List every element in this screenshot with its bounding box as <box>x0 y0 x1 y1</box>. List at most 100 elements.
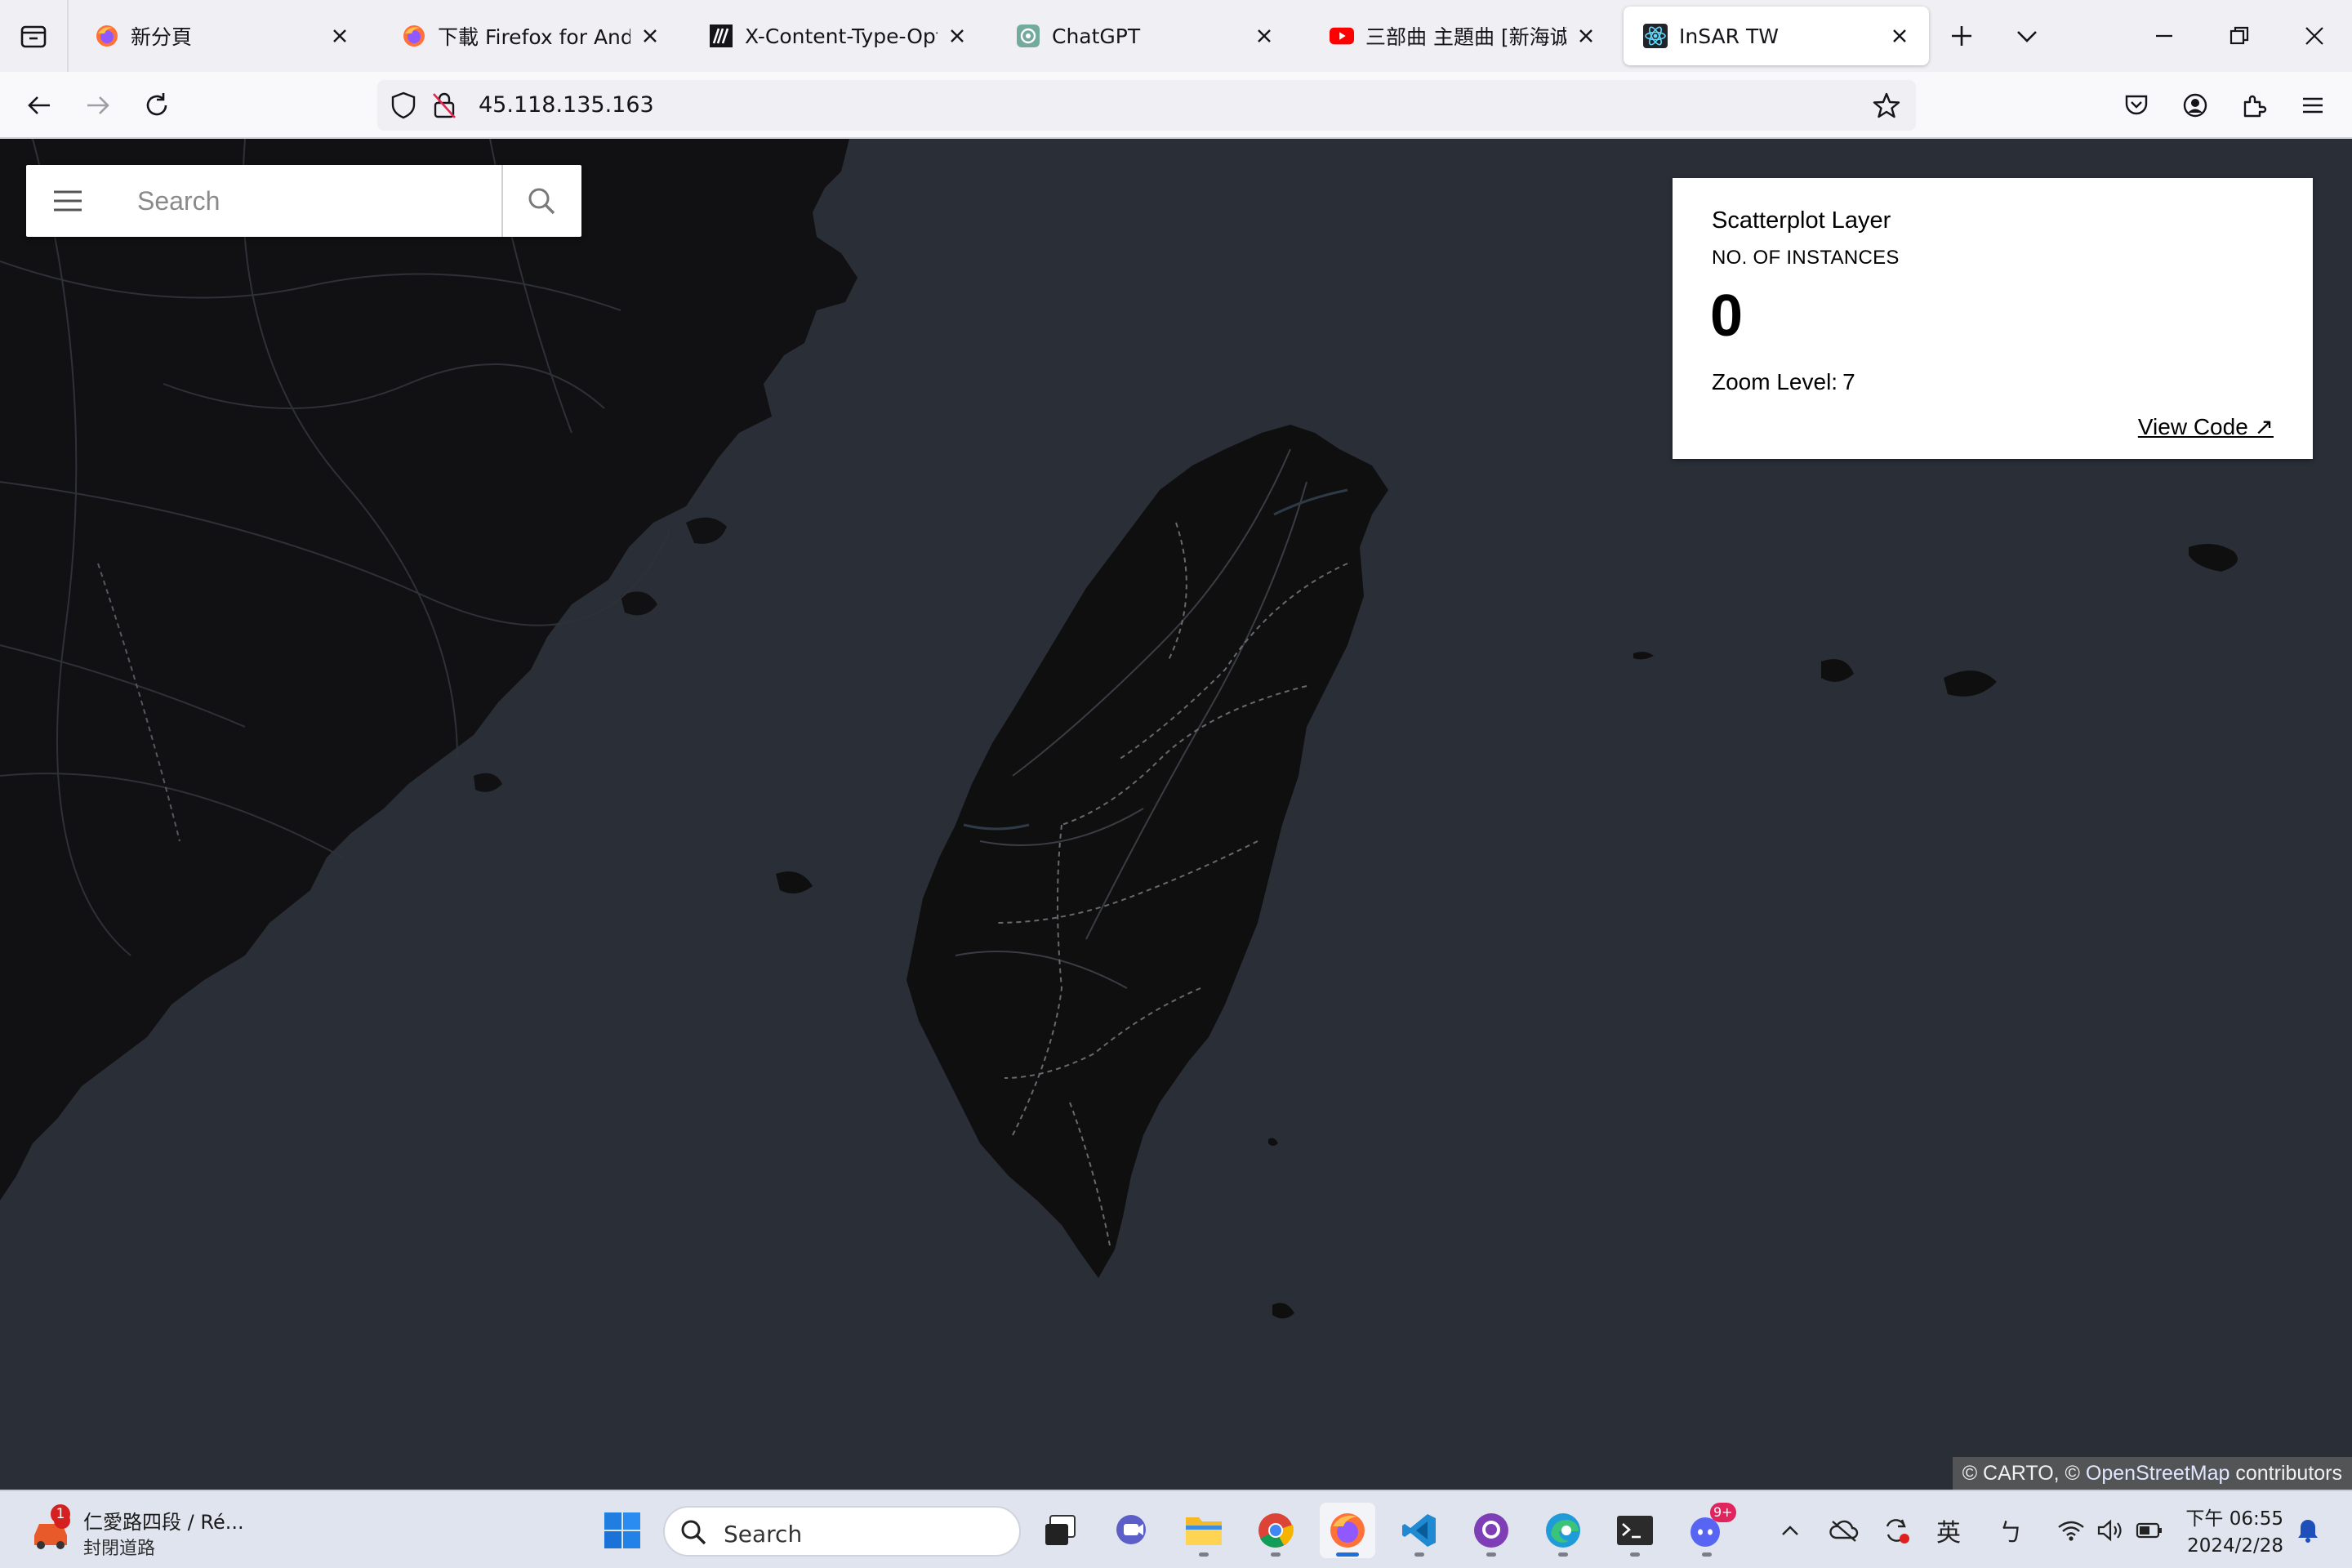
bookmark-star-icon[interactable] <box>1872 91 1901 120</box>
tab-overview-button[interactable] <box>0 0 69 72</box>
tracking-protection-shield-icon[interactable] <box>389 91 418 120</box>
edge-button[interactable] <box>1535 1503 1591 1558</box>
insecure-lock-icon[interactable] <box>430 91 459 120</box>
minimize-icon <box>2156 34 2172 38</box>
firefox-taskbar-button[interactable] <box>1320 1503 1375 1558</box>
mdn-icon <box>709 24 733 48</box>
search-button[interactable] <box>516 178 567 224</box>
new-tab-button[interactable] <box>1937 11 1986 60</box>
tab-title: 下載 Firefox for Android <box>438 25 630 49</box>
close-window-button[interactable] <box>2290 11 2339 60</box>
hamburger-menu-icon <box>54 190 82 212</box>
windows-taskbar: 1 仁愛路四段 / Ré... 封閉道路 Search 9+ 英 ㄅ 下午 06… <box>0 1490 2352 1568</box>
show-hidden-icons-button[interactable] <box>1774 1509 1806 1552</box>
github-desktop-button[interactable] <box>1463 1503 1519 1558</box>
chrome-button[interactable] <box>1248 1503 1303 1558</box>
address-bar[interactable]: 45.118.135.163 <box>377 80 1916 131</box>
search-divider <box>501 165 503 237</box>
tab-insar-tw[interactable]: InSAR TW <box>1624 7 1929 65</box>
plus-icon <box>1952 26 1971 46</box>
list-all-tabs-button[interactable] <box>2002 11 2051 60</box>
system-clock[interactable]: 下午 06:55 2024/2/28 <box>2185 1503 2283 1557</box>
task-view-button[interactable] <box>1032 1503 1088 1558</box>
hamburger-menu-icon <box>2303 97 2323 114</box>
osm-attribution-link[interactable]: OpenStreetMap <box>2086 1462 2230 1485</box>
running-indicator <box>1199 1552 1209 1557</box>
iriomote-island <box>1944 670 1997 697</box>
ime-mode-indicator[interactable]: ㄅ <box>1993 1509 2029 1552</box>
ishigaki-island <box>1821 659 1854 682</box>
close-tab-icon[interactable] <box>1886 23 1913 49</box>
clock-date: 2024/2/28 <box>2187 1535 2283 1557</box>
tab-title: 新分頁 <box>131 25 193 49</box>
running-indicator <box>1702 1552 1712 1557</box>
close-icon <box>2305 27 2323 45</box>
map-canvas[interactable]: Scatterplot Layer NO. OF INSTANCES 0 Zoo… <box>0 139 2352 1490</box>
sync-status[interactable] <box>1878 1509 1914 1552</box>
start-button[interactable] <box>595 1503 650 1558</box>
file-explorer-button[interactable] <box>1176 1503 1232 1558</box>
traffic-notification-widget[interactable]: 1 仁愛路四段 / Ré... 封閉道路 <box>26 1503 263 1559</box>
instances-label: NO. OF INSTANCES <box>1712 247 1900 269</box>
close-tab-icon[interactable] <box>1573 23 1599 49</box>
github-icon <box>1474 1513 1508 1548</box>
battery-status[interactable] <box>2133 1509 2166 1552</box>
restore-button[interactable] <box>2215 11 2264 60</box>
zoom-level-label: Zoom Level: <box>1712 369 1838 394</box>
speaker-icon <box>2097 1519 2122 1542</box>
running-indicator <box>1486 1552 1496 1557</box>
extensions-button[interactable] <box>2230 81 2278 130</box>
close-tab-icon[interactable] <box>637 23 663 49</box>
back-button[interactable] <box>15 81 64 130</box>
battery-icon <box>2136 1522 2162 1539</box>
close-tab-icon[interactable] <box>1251 23 1277 49</box>
onedrive-status[interactable] <box>1826 1509 1862 1552</box>
pocket-button[interactable] <box>2112 81 2161 130</box>
search-icon <box>681 1520 706 1545</box>
reload-button[interactable] <box>132 81 181 130</box>
notification-badge: 1 <box>51 1504 70 1524</box>
menu-button[interactable] <box>46 183 90 219</box>
yonaguni-island <box>1633 652 1654 660</box>
search-input[interactable] <box>137 180 513 222</box>
zoom-level-value: 7 <box>1842 369 1855 394</box>
taskbar-search[interactable]: Search <box>663 1506 1021 1557</box>
forward-button[interactable] <box>74 81 122 130</box>
minimize-button[interactable] <box>2140 11 2189 60</box>
ime-language-indicator[interactable]: 英 <box>1931 1509 1967 1552</box>
edge-icon <box>1546 1513 1580 1548</box>
chevron-up-icon <box>1782 1526 1798 1535</box>
tab-firefox-android[interactable]: 下載 Firefox for Android <box>382 7 679 65</box>
tab-chatgpt[interactable]: ChatGPT <box>996 7 1294 65</box>
volume-status[interactable] <box>2094 1509 2127 1552</box>
firefox-icon <box>402 24 426 48</box>
carto-attribution[interactable]: © CARTO, © <box>1962 1462 2080 1485</box>
terminal-icon <box>1617 1516 1653 1545</box>
tab-x-content-type-options[interactable]: X-Content-Type-Options <box>689 7 987 65</box>
map-search-box <box>26 165 581 237</box>
arrow-left-icon <box>28 96 50 114</box>
puzzle-icon <box>2243 95 2267 118</box>
firefox-icon <box>95 24 119 48</box>
notification-center-button[interactable] <box>2292 1509 2324 1552</box>
account-button[interactable] <box>2171 81 2220 130</box>
clock-time: 下午 06:55 <box>2185 1508 2283 1530</box>
discord-button[interactable]: 9+ <box>1679 1503 1736 1558</box>
view-code-link[interactable]: View Code ↗ <box>2138 413 2274 440</box>
green-island <box>1268 1138 1278 1146</box>
tab-new-tab[interactable]: 新分頁 <box>75 7 369 65</box>
close-tab-icon[interactable] <box>944 23 970 49</box>
teams-chat-button[interactable] <box>1104 1503 1160 1558</box>
app-menu-button[interactable] <box>2288 81 2337 130</box>
wifi-status[interactable] <box>2055 1509 2087 1552</box>
orchid-island <box>1272 1303 1294 1319</box>
vscode-button[interactable] <box>1392 1503 1447 1558</box>
navigation-toolbar: 45.118.135.163 <box>0 72 2352 139</box>
coastal-island <box>621 591 657 616</box>
reload-icon <box>146 93 167 116</box>
close-tab-icon[interactable] <box>327 23 353 49</box>
tab-youtube[interactable]: 三部曲 主題曲 [新海诚] Γ <box>1310 7 1615 65</box>
search-icon <box>528 188 555 215</box>
running-indicator <box>1558 1552 1568 1557</box>
terminal-button[interactable] <box>1607 1503 1663 1558</box>
